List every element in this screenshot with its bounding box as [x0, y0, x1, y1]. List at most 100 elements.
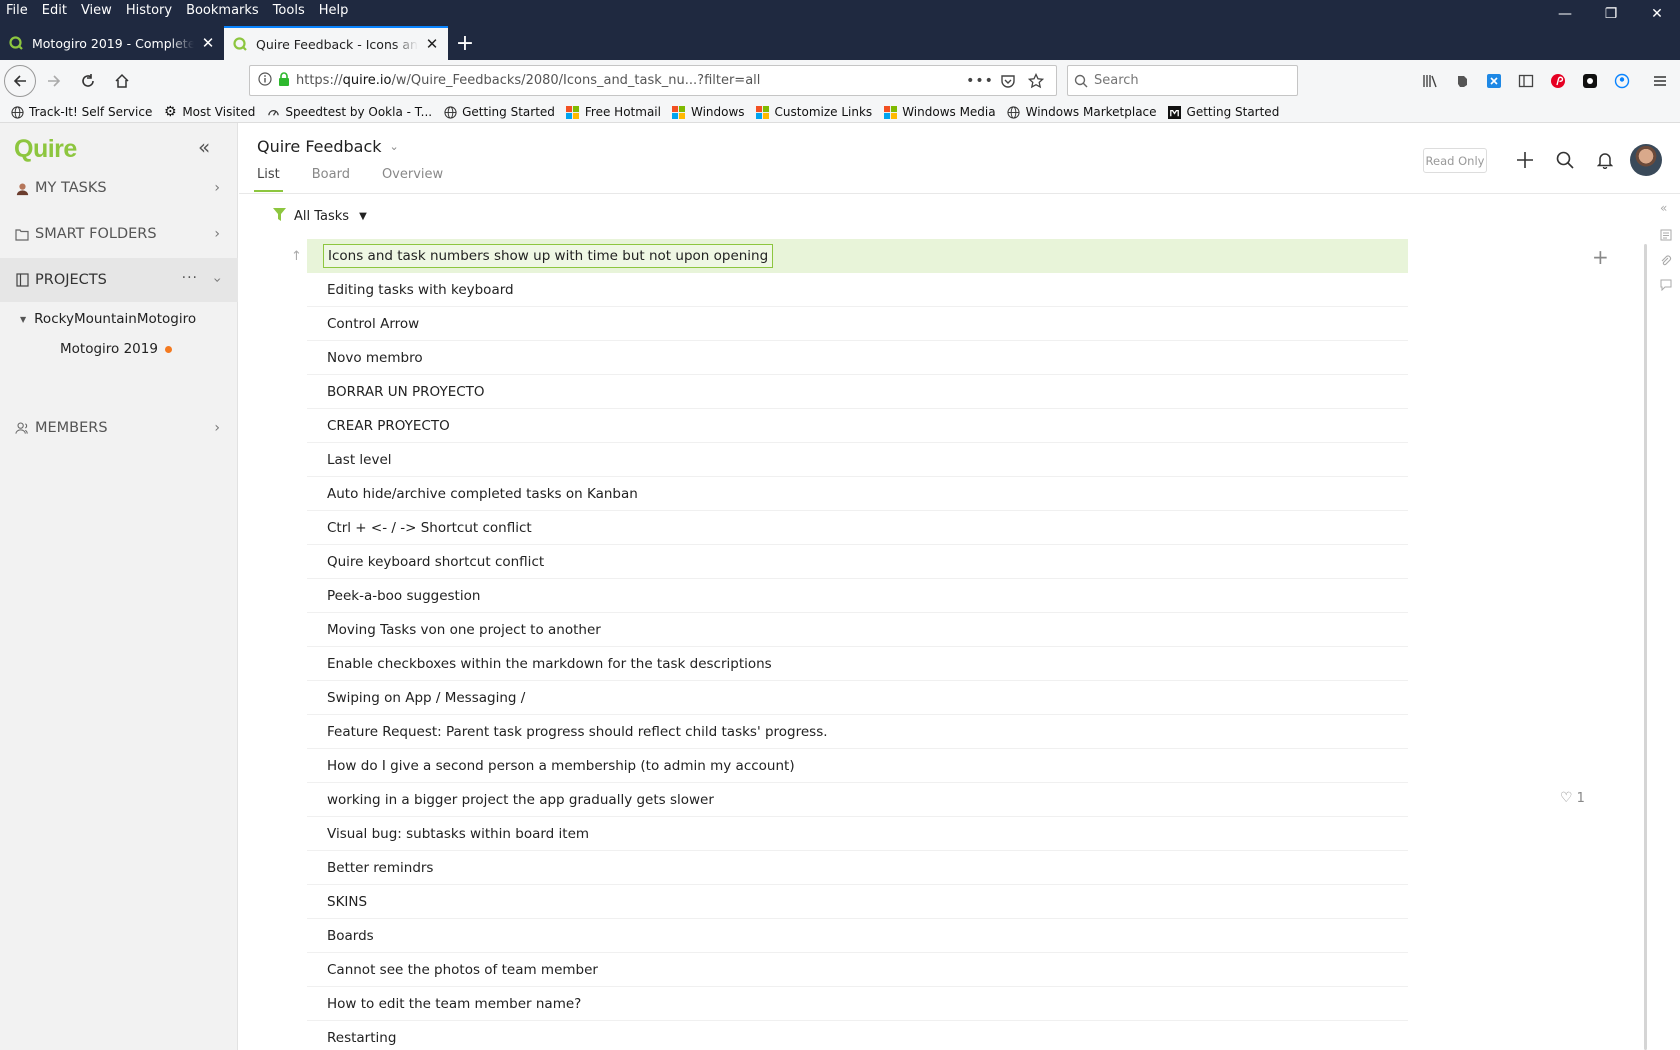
- task-name[interactable]: Editing tasks with keyboard: [327, 282, 514, 298]
- add-icon[interactable]: [1514, 149, 1536, 171]
- tab-board[interactable]: Board: [312, 167, 350, 192]
- search-bar[interactable]: [1067, 65, 1298, 96]
- sidebar-item-my-tasks[interactable]: MY TASKS ›: [0, 166, 238, 210]
- task-name[interactable]: CREAR PROYECTO: [327, 418, 450, 434]
- menu-edit[interactable]: Edit: [35, 0, 74, 22]
- table-row[interactable]: Novo membro: [307, 341, 1408, 375]
- bookmark-item[interactable]: ⚙ Most Visited: [163, 104, 255, 120]
- table-row[interactable]: Ctrl + <- / -> Shortcut conflict: [307, 511, 1408, 545]
- bookmark-item[interactable]: Customize Links: [756, 105, 872, 119]
- comment-icon[interactable]: [1660, 279, 1672, 294]
- table-row[interactable]: How do I give a second person a membersh…: [307, 749, 1408, 783]
- task-filter[interactable]: All Tasks ▼: [273, 208, 367, 225]
- search-input[interactable]: [1094, 73, 1284, 88]
- browser-tab-motogiro[interactable]: Motogiro 2019 - Complete permission ✕: [0, 26, 224, 60]
- menu-bookmarks[interactable]: Bookmarks: [179, 0, 266, 22]
- task-name[interactable]: How do I give a second person a membersh…: [327, 758, 795, 774]
- collapse-sidebar-icon[interactable]: «: [198, 137, 216, 157]
- menu-help[interactable]: Help: [312, 0, 356, 22]
- task-name[interactable]: Quire keyboard shortcut conflict: [327, 554, 544, 570]
- menu-tools[interactable]: Tools: [266, 0, 312, 22]
- task-name[interactable]: Peek-a-boo suggestion: [327, 588, 480, 604]
- tab-list[interactable]: List: [254, 167, 283, 192]
- task-name[interactable]: SKINS: [327, 894, 367, 910]
- table-row[interactable]: Swiping on App / Messaging /: [307, 681, 1408, 715]
- reader-view-icon[interactable]: [1510, 73, 1542, 89]
- bell-icon[interactable]: [1594, 149, 1616, 171]
- chevron-down-icon[interactable]: ›: [209, 277, 225, 283]
- table-row[interactable]: Quire keyboard shortcut conflict: [307, 545, 1408, 579]
- bookmark-item[interactable]: Track-It! Self Service: [10, 105, 152, 119]
- bookmark-item[interactable]: Getting Started: [1168, 105, 1279, 119]
- task-name[interactable]: BORRAR UN PROYECTO: [327, 384, 485, 400]
- table-row[interactable]: How to edit the team member name?: [307, 987, 1408, 1021]
- description-icon[interactable]: [1660, 229, 1672, 244]
- pocket-icon[interactable]: [994, 73, 1022, 89]
- table-row[interactable]: Last level: [307, 443, 1408, 477]
- table-row[interactable]: Enable checkboxes within the markdown fo…: [307, 647, 1408, 681]
- tab-close-icon[interactable]: ✕: [424, 36, 440, 52]
- task-name[interactable]: Feature Request: Parent task progress sh…: [327, 724, 828, 740]
- task-name[interactable]: Boards: [327, 928, 374, 944]
- bookmark-star-icon[interactable]: [1022, 72, 1050, 89]
- expand-panel-icon[interactable]: «: [1660, 201, 1667, 215]
- account-icon[interactable]: [1606, 73, 1638, 89]
- arrow-up-icon[interactable]: ↑: [291, 249, 302, 264]
- task-name[interactable]: Better remindrs: [327, 860, 433, 876]
- pinterest-icon[interactable]: [1542, 73, 1574, 89]
- new-tab-button[interactable]: +: [448, 26, 482, 60]
- reload-button[interactable]: [72, 65, 104, 97]
- task-name[interactable]: How to edit the team member name?: [327, 996, 581, 1012]
- table-row[interactable]: Control Arrow: [307, 307, 1408, 341]
- tab-close-icon[interactable]: ✕: [200, 35, 216, 51]
- quire-logo[interactable]: Quire: [14, 135, 77, 164]
- task-name[interactable]: Enable checkboxes within the markdown fo…: [327, 656, 772, 672]
- table-row[interactable]: Icons and task numbers show up with time…: [307, 239, 1408, 273]
- table-row[interactable]: Restarting: [307, 1021, 1408, 1050]
- task-name[interactable]: Control Arrow: [327, 316, 419, 332]
- sidebar-project-item[interactable]: Motogiro 2019: [60, 341, 172, 357]
- bookmark-item[interactable]: Windows: [672, 105, 745, 119]
- sidebar-item-projects[interactable]: PROJECTS ··· ›: [0, 258, 238, 302]
- table-row[interactable]: Boards: [307, 919, 1408, 953]
- task-name[interactable]: Ctrl + <- / -> Shortcut conflict: [327, 520, 532, 536]
- scrollbar[interactable]: [1644, 244, 1647, 1050]
- like-counter[interactable]: ♡ 1: [1560, 790, 1585, 806]
- page-actions-icon[interactable]: •••: [966, 73, 994, 89]
- menu-view[interactable]: View: [74, 0, 119, 22]
- tab-overview[interactable]: Overview: [382, 167, 443, 192]
- table-row[interactable]: Peek-a-boo suggestion: [307, 579, 1408, 613]
- task-name[interactable]: Restarting: [327, 1030, 396, 1046]
- sidebar-org-item[interactable]: ▼ RockyMountainMotogiro: [20, 311, 196, 327]
- task-name[interactable]: Moving Tasks von one project to another: [327, 622, 601, 638]
- home-button[interactable]: [106, 65, 138, 97]
- task-name[interactable]: Novo membro: [327, 350, 423, 366]
- task-name[interactable]: Swiping on App / Messaging /: [327, 690, 525, 706]
- evernote-icon[interactable]: [1446, 73, 1478, 89]
- project-title-dropdown[interactable]: Quire Feedback ⌄: [257, 137, 399, 156]
- add-subtask-icon[interactable]: +: [1592, 245, 1609, 269]
- task-name[interactable]: Auto hide/archive completed tasks on Kan…: [327, 486, 638, 502]
- table-row[interactable]: BORRAR UN PROYECTO: [307, 375, 1408, 409]
- caret-down-icon[interactable]: ▼: [20, 315, 26, 324]
- table-row[interactable]: working in a bigger project the app grad…: [307, 783, 1408, 817]
- table-row[interactable]: Cannot see the photos of team member: [307, 953, 1408, 987]
- extension-dark-icon[interactable]: [1574, 73, 1606, 89]
- table-row[interactable]: Auto hide/archive completed tasks on Kan…: [307, 477, 1408, 511]
- extension-x-icon[interactable]: [1478, 73, 1510, 89]
- task-name[interactable]: Icons and task numbers show up with time…: [323, 244, 774, 268]
- table-row[interactable]: Better remindrs: [307, 851, 1408, 885]
- table-row[interactable]: Moving Tasks von one project to another: [307, 613, 1408, 647]
- attachment-icon[interactable]: [1660, 255, 1672, 270]
- hamburger-menu-icon[interactable]: [1644, 73, 1676, 89]
- url-bar[interactable]: https://quire.io/w/Quire_Feedbacks/2080/…: [249, 65, 1057, 96]
- menu-file[interactable]: File: [0, 0, 35, 22]
- bookmark-item[interactable]: Speedtest by Ookla - T...: [266, 105, 432, 119]
- sidebar-item-members[interactable]: MEMBERS ›: [0, 406, 238, 450]
- browser-tab-quire-feedback[interactable]: Quire Feedback - Icons and task numbers …: [224, 26, 448, 60]
- bookmark-item[interactable]: Free Hotmail: [566, 105, 661, 119]
- task-name[interactable]: Cannot see the photos of team member: [327, 962, 598, 978]
- table-row[interactable]: Feature Request: Parent task progress sh…: [307, 715, 1408, 749]
- library-icon[interactable]: [1414, 73, 1446, 89]
- menu-history[interactable]: History: [119, 0, 179, 22]
